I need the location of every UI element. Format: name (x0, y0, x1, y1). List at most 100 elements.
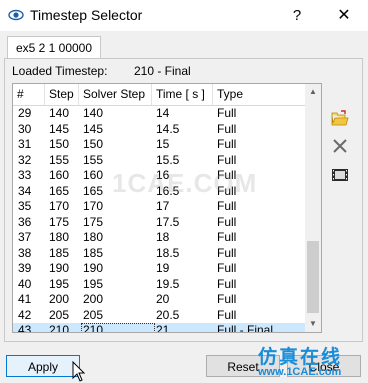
scroll-up-arrow-icon[interactable]: ▲ (305, 84, 321, 100)
watermark-url: www.1CAE.com (258, 366, 342, 378)
row-step: 185 (49, 245, 70, 260)
table-row[interactable]: 36 175 175 17.5 Full (13, 215, 305, 231)
row-step: 205 (49, 307, 70, 322)
tab-timestep-set[interactable]: ex5 2 1 00000 (7, 36, 101, 59)
table-row[interactable]: 40 195 195 19.5 Full (13, 277, 305, 293)
table-row[interactable]: 31 150 150 15 Full (13, 137, 305, 153)
table-row[interactable]: 37 180 180 18 Full (13, 230, 305, 246)
row-index: 33 (18, 168, 32, 182)
row-time: 20 (156, 292, 170, 306)
row-step: 175 (49, 214, 70, 229)
row-index: 29 (18, 106, 32, 120)
film-strip-icon[interactable] (331, 166, 349, 184)
delete-x-icon[interactable] (331, 137, 349, 155)
loaded-timestep-value: 210 - Final (134, 64, 191, 78)
row-step: 150 (49, 137, 70, 151)
window-title: Timestep Selector (30, 7, 143, 23)
row-index: 34 (18, 183, 32, 198)
row-step: 210 (49, 323, 70, 333)
row-index: 37 (18, 230, 32, 244)
column-header-index[interactable]: # (13, 84, 45, 105)
row-step: 190 (49, 261, 70, 275)
row-type: Full (217, 261, 237, 275)
row-type: Full - Final (217, 323, 274, 333)
row-type: Full (217, 214, 237, 229)
row-solver-step: 210 (81, 323, 155, 332)
mouse-cursor-icon (72, 361, 86, 382)
table-row[interactable]: 39 190 190 19 Full (13, 261, 305, 277)
row-solver-step: 195 (83, 276, 104, 291)
row-type: Full (217, 152, 237, 167)
loaded-timestep-label: Loaded Timestep: (12, 64, 108, 78)
row-solver-step: 140 (83, 106, 104, 120)
table-row[interactable]: 41 200 200 20 Full (13, 292, 305, 308)
row-time: 21 (156, 323, 170, 333)
row-time: 17.5 (156, 214, 180, 229)
row-index: 32 (18, 152, 32, 167)
column-header-step[interactable]: Step (45, 84, 79, 105)
row-step: 160 (49, 168, 70, 182)
row-step: 195 (49, 276, 70, 291)
row-time: 15 (156, 137, 170, 151)
row-index: 36 (18, 214, 32, 229)
row-time: 19 (156, 261, 170, 275)
table-row[interactable]: 35 170 170 17 Full (13, 199, 305, 215)
vertical-scrollbar[interactable]: ▲ ▼ (305, 84, 321, 332)
row-time: 17 (156, 199, 170, 213)
row-time: 14 (156, 106, 170, 120)
row-solver-step: 155 (83, 152, 104, 167)
row-solver-step: 150 (83, 137, 104, 151)
table-row[interactable]: 32 155 155 15.5 Full (13, 153, 305, 169)
row-solver-step: 200 (83, 292, 104, 306)
row-step: 140 (49, 106, 70, 120)
row-time: 14.5 (156, 121, 180, 136)
row-step: 145 (49, 121, 70, 136)
row-index: 39 (18, 261, 32, 275)
row-type: Full (217, 292, 237, 306)
help-button[interactable]: ? (286, 5, 308, 27)
row-solver-step: 170 (83, 199, 104, 213)
row-step: 170 (49, 199, 70, 213)
scrollbar-thumb[interactable] (307, 241, 319, 313)
column-header-type[interactable]: Type (213, 84, 305, 105)
row-index: 43 (18, 323, 32, 333)
row-solver-step: 175 (83, 214, 104, 229)
row-solver-step: 180 (83, 230, 104, 244)
row-solver-step: 185 (83, 245, 104, 260)
table-row[interactable]: 29 140 140 14 Full (13, 106, 305, 122)
row-index: 40 (18, 276, 32, 291)
row-time: 18 (156, 230, 170, 244)
row-index: 42 (18, 307, 32, 322)
apply-button[interactable]: Apply (6, 355, 80, 377)
row-time: 19.5 (156, 276, 180, 291)
row-index: 41 (18, 292, 32, 306)
row-type: Full (217, 276, 237, 291)
table-row[interactable]: 42 205 205 20.5 Full (13, 308, 305, 324)
row-time: 18.5 (156, 245, 180, 260)
scroll-down-arrow-icon[interactable]: ▼ (305, 316, 321, 332)
row-step: 180 (49, 230, 70, 244)
column-header-time[interactable]: Time [ s ] (152, 84, 213, 105)
row-time: 15.5 (156, 152, 180, 167)
row-type: Full (217, 230, 237, 244)
row-type: Full (217, 137, 237, 151)
table-row[interactable]: 43 210 210 21 Full - Final (13, 323, 305, 333)
row-index: 31 (18, 137, 32, 151)
timestep-list[interactable]: # Step Solver Step Time [ s ] Type 29 140… (12, 83, 322, 333)
row-step: 165 (49, 183, 70, 198)
row-type: Full (217, 199, 237, 213)
column-header-solver-step[interactable]: Solver Step (79, 84, 152, 105)
row-index: 35 (18, 199, 32, 213)
table-row[interactable]: 38 185 185 18.5 Full (13, 246, 305, 262)
list-rows: 29 140 140 14 Full 30 145 145 14.5 Full 31 150 150 15… (13, 106, 305, 333)
row-type: Full (217, 121, 237, 136)
list-header: # Step Solver Step Time [ s ] Type (13, 84, 305, 106)
row-solver-step: 205 (83, 307, 104, 322)
row-index: 38 (18, 245, 32, 260)
table-row[interactable]: 30 145 145 14.5 Full (13, 122, 305, 138)
row-step: 155 (49, 152, 70, 167)
close-window-button[interactable]: ✕ (333, 5, 355, 27)
open-folder-icon[interactable] (331, 110, 349, 128)
row-type: Full (217, 106, 237, 120)
row-step: 200 (49, 292, 70, 306)
